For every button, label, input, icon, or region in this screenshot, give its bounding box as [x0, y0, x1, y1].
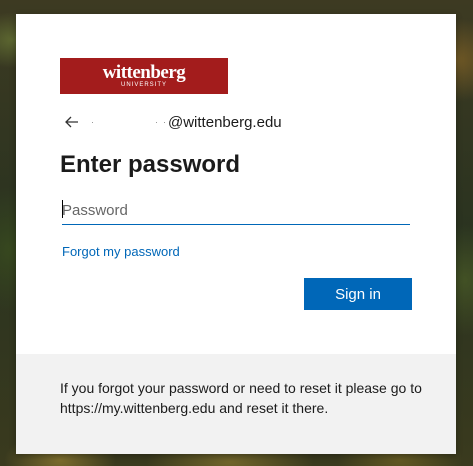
footer-message: If you forgot your password or need to r… [60, 380, 422, 416]
university-logo: wittenberg UNIVERSITY [60, 58, 228, 94]
forgot-password-link[interactable]: Forgot my password [62, 244, 180, 259]
masked-username [90, 114, 168, 130]
identity-banner: @wittenberg.edu [62, 112, 282, 132]
footer-panel: If you forgot your password or need to r… [16, 354, 456, 454]
logo-wordmark: wittenberg [102, 61, 186, 83]
login-card: wittenberg UNIVERSITY @wittenberg.edu En… [16, 14, 456, 454]
page-title: Enter password [60, 151, 241, 178]
email-domain: @wittenberg.edu [168, 113, 282, 131]
password-input[interactable] [62, 196, 410, 225]
arrow-left-icon[interactable] [62, 112, 82, 132]
text-caret [62, 200, 63, 218]
logo-subtitle: UNIVERSITY [120, 81, 167, 88]
sign-in-button[interactable]: Sign in [304, 278, 412, 310]
